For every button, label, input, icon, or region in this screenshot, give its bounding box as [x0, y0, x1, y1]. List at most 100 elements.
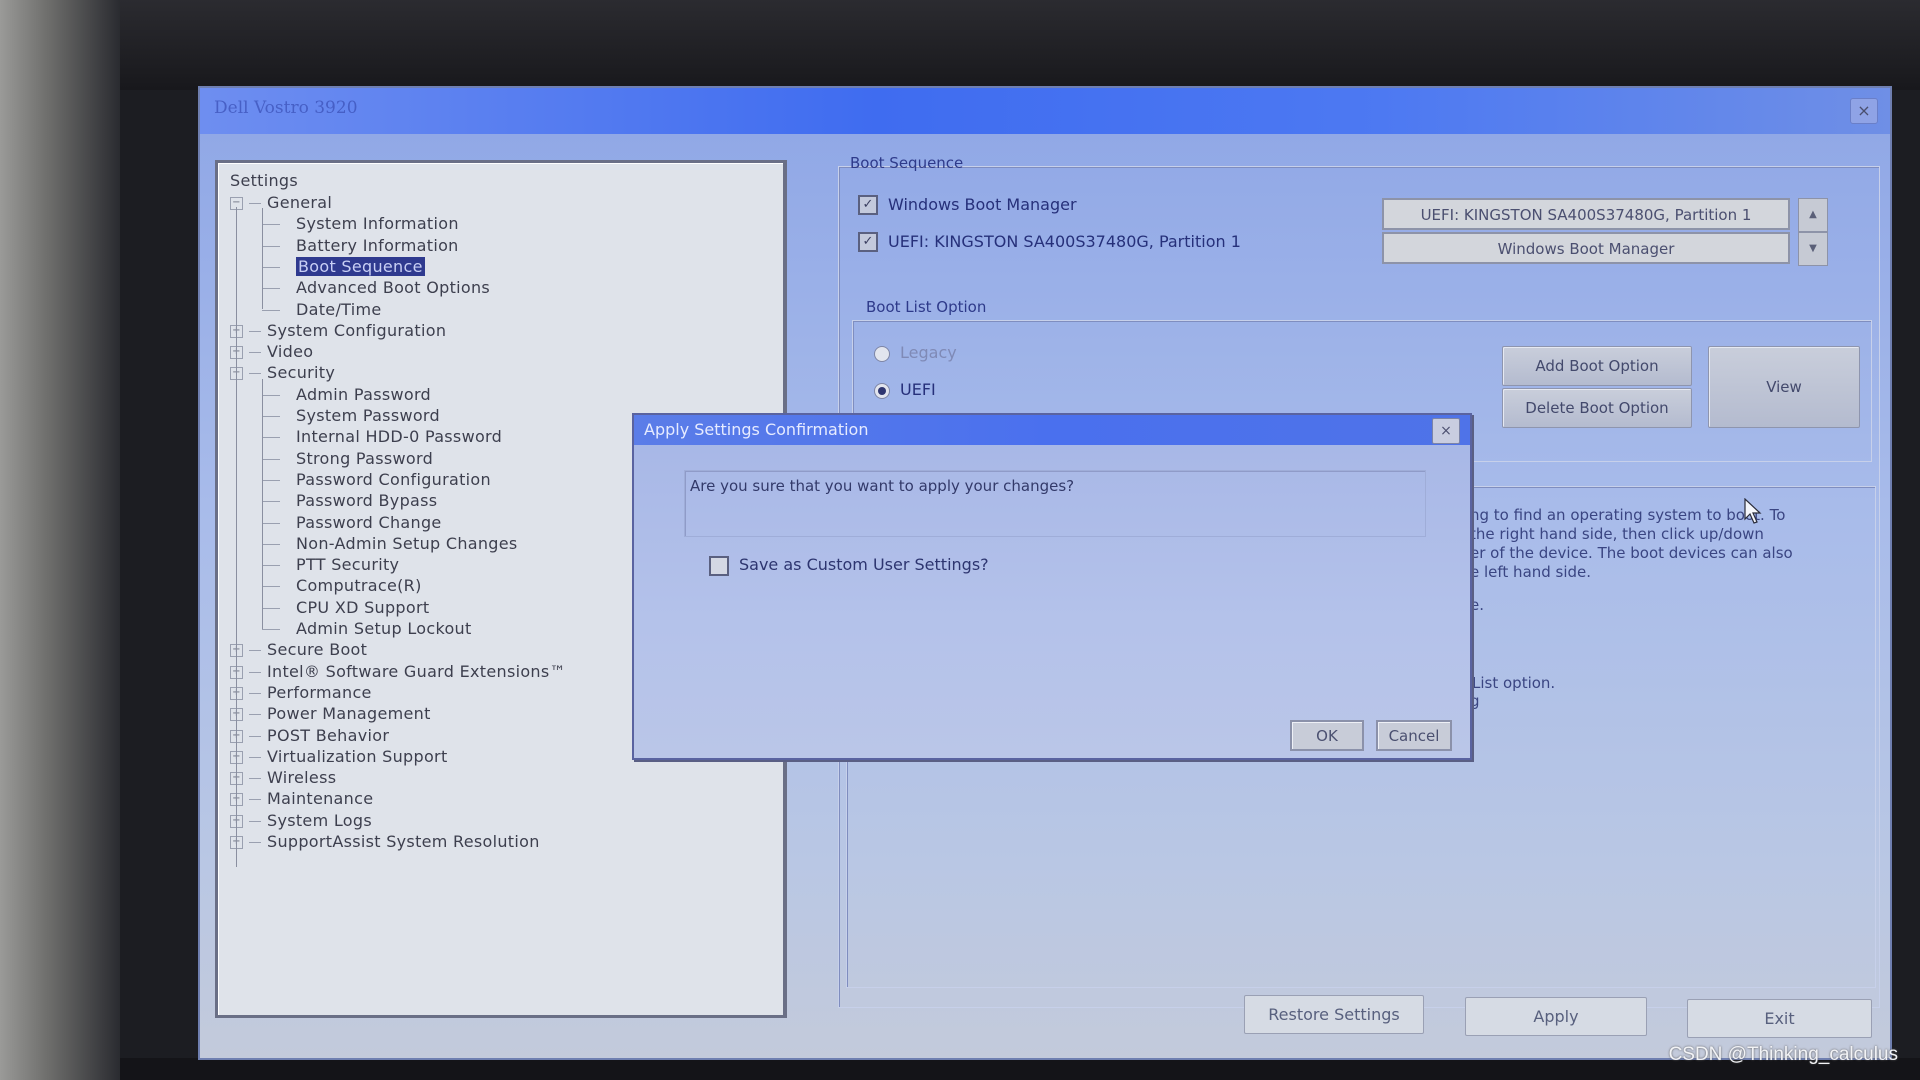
checkbox-unchecked-icon[interactable] [709, 555, 729, 576]
tree-item[interactable]: − General [230, 193, 332, 212]
tree-item[interactable]: +Wireless [230, 768, 336, 787]
mouse-pointer-icon [1744, 497, 1762, 528]
tree-item-label: System Password [296, 406, 440, 425]
tree-item[interactable]: +Video [230, 342, 313, 361]
tree-item[interactable]: Strong Password [296, 449, 433, 468]
tree-item[interactable]: +SupportAssist System Resolution [230, 832, 540, 851]
close-icon: × [1440, 423, 1452, 439]
tree-item-label: General [267, 193, 333, 212]
tree-root-settings[interactable]: Settings [230, 171, 298, 190]
tree-connector [249, 842, 261, 843]
tree-item[interactable]: Admin Password [296, 385, 431, 404]
tree-connector [249, 735, 261, 737]
boot-item-label: UEFI: KINGSTON SA400S37480G, Partition 1 [888, 232, 1241, 251]
tree-item[interactable]: +Maintenance [230, 789, 373, 808]
window-close-button[interactable]: × [1850, 98, 1878, 124]
tree-item[interactable]: +Performance [230, 683, 372, 702]
radio-legacy-label: Legacy [900, 343, 957, 362]
add-boot-option-button[interactable]: Add Boot Option [1502, 346, 1692, 386]
radio-legacy[interactable]: Legacy [874, 343, 957, 362]
tree-item[interactable]: Password Change [296, 513, 442, 532]
tree-item[interactable]: Battery Information [296, 236, 459, 255]
tree-item[interactable]: −Security [230, 363, 335, 382]
cancel-button[interactable]: Cancel [1376, 720, 1452, 751]
tree-connector [262, 245, 280, 247]
help-text-line: e left hand side. [1470, 563, 1592, 581]
tree-item[interactable]: +Virtualization Support [230, 747, 448, 766]
tree-item-label: Non-Admin Setup Changes [296, 533, 518, 553]
monitor-bezel-left [0, 0, 120, 1080]
boot-order-row[interactable]: UEFI: KINGSTON SA400S37480G, Partition 1 [1382, 198, 1790, 230]
tree-item[interactable]: Password Configuration [296, 470, 491, 489]
tree-item[interactable]: +Power Management [230, 704, 431, 723]
tree-item-label: Battery Information [296, 235, 459, 255]
tree-item[interactable]: Non-Admin Setup Changes [296, 534, 518, 553]
tree-item-label: PTT Security [296, 555, 400, 575]
checkbox-checked-icon[interactable]: ✓ [858, 194, 878, 215]
help-text-line: er of the device. The boot devices can a… [1470, 544, 1793, 562]
tree-item[interactable]: +Secure Boot [230, 640, 367, 659]
boot-order-row[interactable]: Windows Boot Manager [1382, 232, 1790, 264]
tree-connector [262, 416, 280, 417]
checkbox-checked-icon[interactable]: ✓ [858, 231, 878, 252]
tree-connector [262, 586, 280, 588]
help-text: ng to find an operating system to boot. … [1470, 506, 1870, 582]
dialog-close-button[interactable]: × [1432, 418, 1460, 444]
tree-item-label: Wireless [267, 768, 337, 788]
tree-item-label: Boot Sequence [296, 256, 425, 276]
tree-item[interactable]: System Password [296, 406, 440, 425]
tree-item-label: System Information [296, 214, 459, 234]
save-custom-settings-option[interactable]: Save as Custom User Settings? [709, 555, 989, 576]
tree-connector [262, 266, 280, 268]
tree-item[interactable]: System Information [296, 214, 459, 233]
apply-button[interactable]: Apply [1465, 997, 1647, 1036]
tree-item[interactable]: Advanced Boot Options [296, 278, 490, 297]
tree-item-label: Virtualization Support [267, 746, 448, 766]
radio-unselected-icon [874, 345, 890, 362]
tree-item-label: Password Configuration [296, 469, 491, 489]
view-button[interactable]: View [1708, 346, 1860, 428]
tree-item-label: Admin Setup Lockout [296, 619, 472, 638]
dialog-title-bar: Apply Settings Confirmation × [634, 415, 1470, 445]
tree-item[interactable]: +POST Behavior [230, 726, 389, 745]
boot-item-uefi-kingston[interactable]: ✓ UEFI: KINGSTON SA400S37480G, Partition … [858, 231, 1241, 252]
exit-button[interactable]: Exit [1687, 999, 1872, 1038]
tree-connector [249, 330, 261, 332]
boot-item-windows-boot-manager[interactable]: ✓ Windows Boot Manager [858, 194, 1077, 215]
tree-item[interactable]: PTT Security [296, 555, 399, 574]
tree-item[interactable]: +System Configuration [230, 321, 446, 340]
tree-item-label: Video [267, 342, 314, 362]
boot-sequence-group-label: Boot Sequence [850, 154, 964, 172]
tree-item[interactable]: Password Bypass [296, 491, 437, 510]
move-down-button[interactable]: ▼ [1798, 232, 1828, 266]
tree-connector [249, 714, 261, 716]
tree-connector [262, 479, 280, 481]
move-up-button[interactable]: ▲ [1798, 198, 1828, 232]
restore-settings-button[interactable]: Restore Settings [1244, 995, 1424, 1034]
help-text-fragment: e. [1470, 596, 1484, 614]
tree-item[interactable]: +System Logs [230, 811, 372, 830]
tree-connector [249, 352, 261, 354]
tree-connector [262, 394, 280, 396]
boot-order-list[interactable]: UEFI: KINGSTON SA400S37480G, Partition 1… [1382, 198, 1790, 266]
tree-connector [236, 207, 237, 868]
help-text-line: ng to find an operating system to boot. … [1470, 506, 1786, 524]
delete-boot-option-button[interactable]: Delete Boot Option [1502, 388, 1692, 428]
tree-item-label: SupportAssist System Resolution [267, 832, 540, 851]
tree-item[interactable]: Computrace(R) [296, 576, 422, 595]
tree-item[interactable]: +Intel® Software Guard Extensions™ [230, 662, 566, 681]
tree-item[interactable]: Boot Sequence [296, 256, 425, 276]
tree-item-label: Performance [267, 682, 372, 702]
tree-item[interactable]: Internal HDD-0 Password [296, 427, 502, 446]
tree-item-label: Advanced Boot Options [296, 278, 491, 298]
tree-item[interactable]: CPU XD Support [296, 598, 429, 617]
tree-item-label: Intel® Software Guard Extensions™ [267, 661, 566, 681]
tree-item-label: Password Bypass [296, 491, 438, 511]
tree-connector [262, 309, 280, 311]
tree-connector [249, 692, 261, 694]
radio-uefi[interactable]: UEFI [874, 380, 936, 399]
tree-item[interactable]: Date/Time [296, 300, 382, 319]
tree-item[interactable]: Admin Setup Lockout [296, 619, 472, 638]
tree-connector [262, 288, 280, 290]
ok-button[interactable]: OK [1290, 720, 1364, 751]
